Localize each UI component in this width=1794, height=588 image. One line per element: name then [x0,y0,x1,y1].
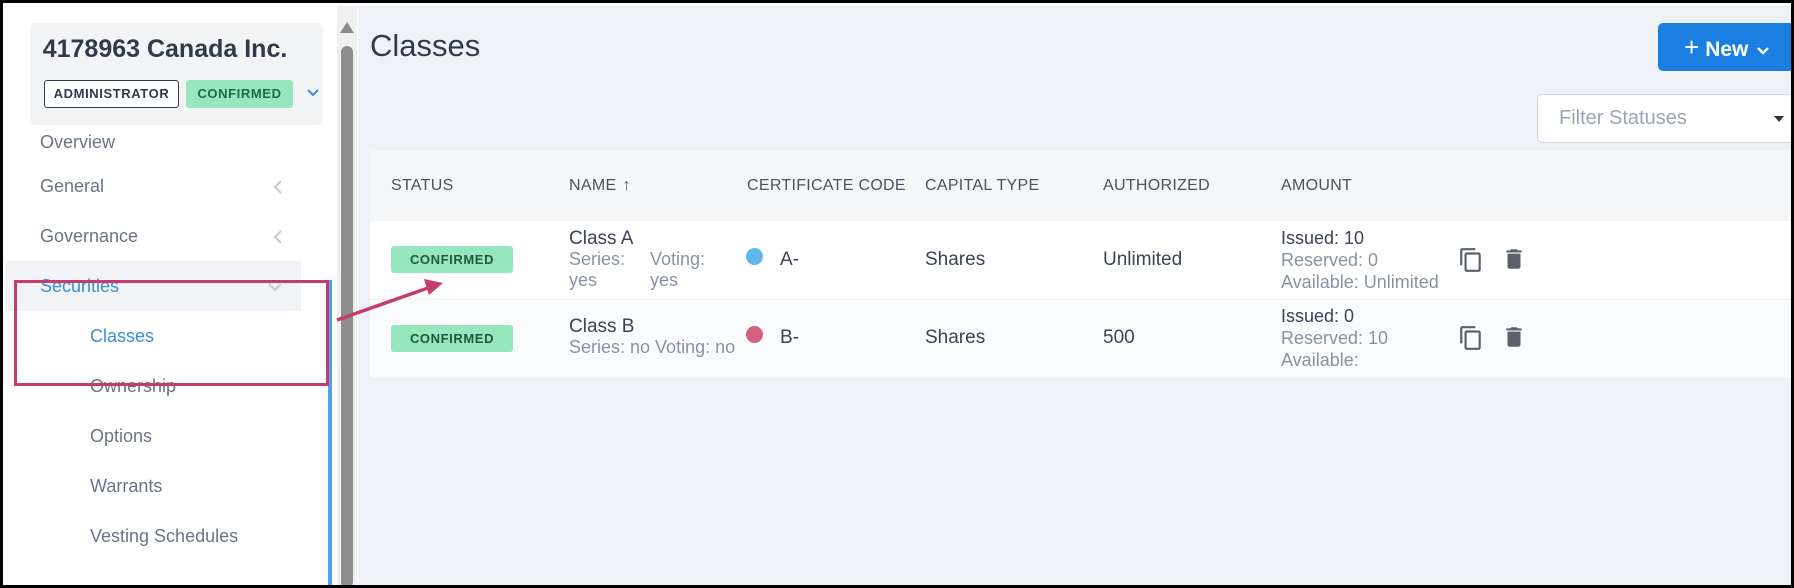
sidebar-item-label: General [40,176,105,196]
certificate-code: B- [780,327,799,348]
column-header-status[interactable]: STATUS [391,177,454,195]
main-content: Classes + New Filter Statuses STATUS NAME… [358,6,1791,585]
filter-statuses-select[interactable]: Filter Statuses [1537,94,1791,143]
certificate-code: A- [780,249,799,270]
chevron-left-icon [273,161,283,211]
sort-ascending-icon: ↑ [622,177,631,194]
annotation-highlight-box [14,280,329,386]
sidebar-item-label: Governance [40,226,139,246]
sidebar-scrollbar[interactable] [337,6,357,585]
capital-type: Shares [925,249,986,270]
chevron-down-icon [1756,43,1770,59]
app-window: 4178963 Canada Inc. ADMINISTRATOR CONFIR… [0,0,1794,588]
scrollbar-thumb[interactable] [341,46,353,585]
series-label: Series: [569,249,626,269]
sidebar-item-governance[interactable]: Governance [6,211,301,261]
trash-icon[interactable] [1501,246,1527,272]
series-voting-line: Series: no Voting: no [569,337,736,357]
sidebar-item-options[interactable]: Options [6,411,301,461]
available-amount: Available: [1281,350,1359,370]
column-header-certificate-code[interactable]: CERTIFICATE CODE [747,177,906,195]
trash-icon[interactable] [1501,324,1527,350]
certificate-color-dot [746,326,763,343]
copy-icon[interactable] [1458,247,1484,273]
classes-table: STATUS NAME ↑ CERTIFICATE CODE CAPITAL TY… [370,151,1791,379]
issued-amount: Issued: 0 [1281,306,1355,326]
caret-down-icon [1774,116,1784,122]
voting-value: yes [650,270,679,290]
class-name: Class A [569,228,634,249]
amount-cell: Issued: 10 Reserved: 0 Available: Unlimi… [1281,227,1439,293]
authorized-value: Unlimited [1103,249,1183,270]
amount-cell: Issued: 0 Reserved: 10 Available: [1281,305,1388,371]
voting-label: Voting: [650,249,706,269]
sidebar-item-vesting-schedules[interactable]: Vesting Schedules [6,511,301,561]
reserved-amount: Reserved: 0 [1281,250,1379,270]
sidebar-item-label: Options [90,426,153,446]
sidebar-item-warrants[interactable]: Warrants [6,461,301,511]
sidebar-item-general[interactable]: General [6,161,301,211]
certificate-color-dot [746,248,763,265]
class-name: Class B [569,316,635,337]
sidebar-item-label: Vesting Schedules [90,526,239,546]
chevron-left-icon [273,211,283,261]
scroll-up-arrow-icon[interactable] [340,22,354,33]
authorized-value: 500 [1103,327,1135,348]
sidebar-item-label: Overview [40,132,116,152]
new-button[interactable]: + New [1658,23,1791,71]
copy-icon[interactable] [1458,325,1484,351]
status-badge: CONFIRMED [391,325,513,352]
new-button-label: New [1705,38,1749,61]
column-header-authorized[interactable]: AUTHORIZED [1103,177,1210,195]
table-row[interactable]: CONFIRMED Class B Series: no Voting: no … [370,300,1791,379]
available-amount: Available: Unlimited [1281,272,1439,292]
reserved-amount: Reserved: 10 [1281,328,1389,348]
company-status-badge: CONFIRMED [186,80,293,108]
series-value: yes [569,270,598,290]
issued-amount: Issued: 10 [1281,228,1365,248]
filter-placeholder: Filter Statuses [1559,107,1687,129]
column-header-amount[interactable]: AMOUNT [1281,177,1352,195]
company-card[interactable]: 4178963 Canada Inc. ADMINISTRATOR CONFIR… [30,23,323,125]
column-header-name[interactable]: NAME ↑ [569,177,631,195]
table-row[interactable]: CONFIRMED Class A Series: yes Voting: ye… [370,221,1791,300]
sidebar-item-label: Warrants [90,476,163,496]
company-name: 4178963 Canada Inc. [42,35,288,63]
chevron-down-icon[interactable] [307,85,323,101]
column-header-name-label: NAME [569,177,617,194]
role-badge: ADMINISTRATOR [44,80,179,108]
sidebar-item-overview[interactable]: Overview [6,117,301,167]
table-header: STATUS NAME ↑ CERTIFICATE CODE CAPITAL TY… [370,151,1791,221]
capital-type: Shares [925,327,986,348]
column-header-capital-type[interactable]: CAPITAL TYPE [925,177,1039,195]
plus-icon: + [1684,32,1700,62]
page-title: Classes [370,28,481,63]
status-badge: CONFIRMED [391,246,513,273]
